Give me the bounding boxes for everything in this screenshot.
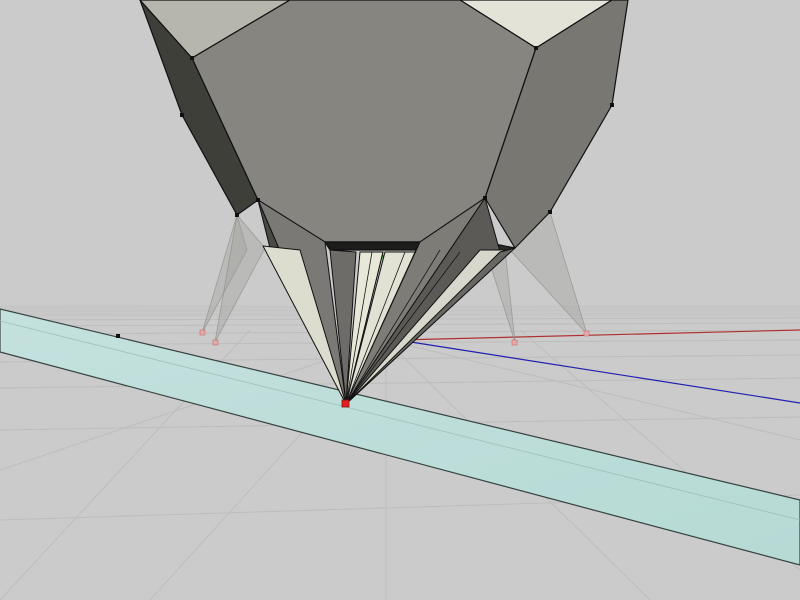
viewport-canvas[interactable] [0,0,800,600]
mesh-object[interactable] [139,0,629,253]
mesh-face-bottom[interactable] [324,241,421,251]
z-axis [397,339,800,404]
3d-viewport[interactable] [0,0,800,600]
selected-vertex[interactable] [341,399,350,408]
